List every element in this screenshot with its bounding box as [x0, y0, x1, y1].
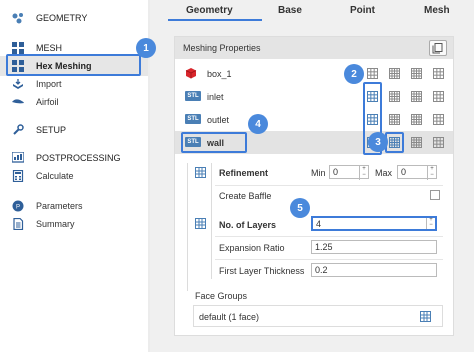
sidebar-item-postprocessing[interactable]: POSTPROCESSING	[0, 148, 148, 168]
summary-icon	[12, 218, 24, 230]
wall-highlight	[181, 132, 247, 153]
mesh-grid-dense-icon[interactable]	[411, 137, 422, 148]
step-badge-5: 5	[290, 198, 310, 218]
sidebar-item-label: Airfoil	[36, 97, 59, 107]
max-label: Max	[375, 168, 393, 178]
row-label: outlet	[207, 115, 230, 125]
create-baffle-label: Create Baffle	[219, 191, 272, 201]
sidebar-item-import[interactable]: Import	[0, 74, 148, 94]
copy-button[interactable]	[429, 40, 447, 56]
mesh-grid-icon[interactable]	[420, 311, 431, 324]
sidebar-item-parameters[interactable]: P Parameters	[0, 196, 148, 216]
sidebar-item-mesh[interactable]: MESH	[0, 38, 148, 58]
min-refinement-input[interactable]: 0 + −	[329, 165, 369, 180]
indent-line	[187, 163, 188, 291]
geometry-icon	[12, 12, 24, 24]
sidebar-item-summary[interactable]: Summary	[0, 214, 148, 234]
mesh-grid-fine-icon[interactable]	[389, 68, 400, 79]
tab-bar: Geometry Base Point Mesh	[150, 0, 474, 22]
sidebar-item-label: Parameters	[36, 201, 83, 211]
calculator-icon	[12, 170, 24, 182]
sidebar-item-label: Calculate	[36, 171, 74, 181]
sidebar-item-calculate[interactable]: Calculate	[0, 166, 148, 186]
face-groups-list[interactable]: default (1 face)	[193, 305, 443, 327]
stl-icon: STL	[185, 91, 201, 101]
main-area: Geometry Base Point Mesh Meshing Propert…	[150, 0, 474, 352]
step-badge-3: 3	[368, 132, 388, 152]
airfoil-icon	[12, 96, 24, 108]
sidebar-item-label: Summary	[36, 219, 75, 229]
layers-stepper[interactable]: + −	[426, 217, 435, 229]
mesh-grid-fine-icon[interactable]	[389, 91, 400, 102]
sidebar-item-geometry[interactable]: GEOMETRY	[0, 8, 148, 28]
active-tab-indicator	[168, 19, 262, 21]
sidebar-item-label: MESH	[36, 43, 63, 53]
sidebar-item-setup[interactable]: SETUP	[0, 120, 148, 140]
mesh-grid-alt-icon[interactable]	[433, 91, 444, 102]
wrench-icon	[12, 124, 24, 136]
sidebar-item-label: SETUP	[36, 125, 67, 135]
stl-icon: STL	[185, 114, 201, 124]
face-groups-label: Face Groups	[195, 291, 248, 301]
import-icon	[12, 78, 24, 90]
indent-line	[211, 213, 212, 279]
mesh-icon	[12, 42, 24, 54]
mesh-grid-dense-icon[interactable]	[411, 114, 422, 125]
refinement-label: Refinement	[219, 168, 269, 178]
mesh-grid-alt-icon[interactable]	[433, 137, 444, 148]
tab-geometry[interactable]: Geometry	[186, 5, 233, 16]
max-refinement-input[interactable]: 0 + −	[397, 165, 437, 180]
create-baffle-checkbox[interactable]	[430, 190, 440, 200]
row-label: box_1	[207, 69, 232, 79]
first-layer-thickness-label: First Layer Thickness	[219, 266, 305, 276]
mesh-grid-fine-icon[interactable]	[389, 114, 400, 125]
postprocessing-icon	[12, 152, 24, 164]
separator	[215, 185, 443, 186]
sidebar-item-hex-meshing[interactable]: Hex Meshing	[0, 56, 148, 76]
tab-base[interactable]: Base	[278, 5, 302, 16]
sidebar-item-label: Import	[36, 79, 62, 89]
first-layer-thickness-input[interactable]: 0.2	[311, 263, 437, 277]
sidebar-item-label: POSTPROCESSING	[36, 153, 121, 163]
meshing-properties-panel: Meshing Properties box_1 STL inlet STL o…	[174, 36, 454, 336]
sidebar-item-label: GEOMETRY	[36, 13, 88, 23]
expansion-ratio-input[interactable]: 1.25	[311, 240, 437, 254]
mesh-grid-dense-icon[interactable]	[411, 91, 422, 102]
layers-label: No. of Layers	[219, 220, 277, 230]
mesh-grid-alt-icon[interactable]	[433, 114, 444, 125]
sidebar-item-airfoil[interactable]: Airfoil	[0, 92, 148, 112]
mesh-grid-dense-icon[interactable]	[411, 68, 422, 79]
expansion-ratio-label: Expansion Ratio	[219, 243, 285, 253]
min-stepper[interactable]: + −	[359, 166, 368, 180]
copy-icon	[432, 43, 443, 54]
tab-mesh[interactable]: Mesh	[424, 5, 450, 16]
separator	[215, 236, 443, 237]
svg-text:P: P	[16, 205, 20, 211]
min-label: Min	[311, 168, 326, 178]
parameters-icon: P	[12, 200, 24, 212]
tab-point[interactable]: Point	[350, 5, 375, 16]
panel-header: Meshing Properties	[175, 37, 453, 59]
mesh-grid-icon[interactable]	[367, 68, 378, 79]
refinement-icon	[195, 167, 206, 178]
max-stepper[interactable]: + −	[427, 166, 436, 180]
step-badge-2: 2	[344, 64, 364, 84]
layers-count-input[interactable]: 4 + −	[311, 216, 437, 231]
sidebar-item-label: Hex Meshing	[36, 61, 92, 71]
hex-mesh-icon	[12, 60, 24, 72]
face-group-item[interactable]: default (1 face)	[199, 312, 259, 322]
step-badge-1: 1	[136, 38, 156, 58]
step-badge-4: 4	[248, 114, 268, 134]
panel-title: Meshing Properties	[183, 43, 261, 53]
layers-icon	[195, 218, 206, 229]
separator	[215, 259, 443, 260]
row-label: inlet	[207, 92, 224, 102]
mesh-grid-alt-icon[interactable]	[433, 68, 444, 79]
indent-line	[211, 163, 212, 217]
sidebar: GEOMETRY MESH Hex Meshing Import Airfoil…	[0, 0, 148, 352]
